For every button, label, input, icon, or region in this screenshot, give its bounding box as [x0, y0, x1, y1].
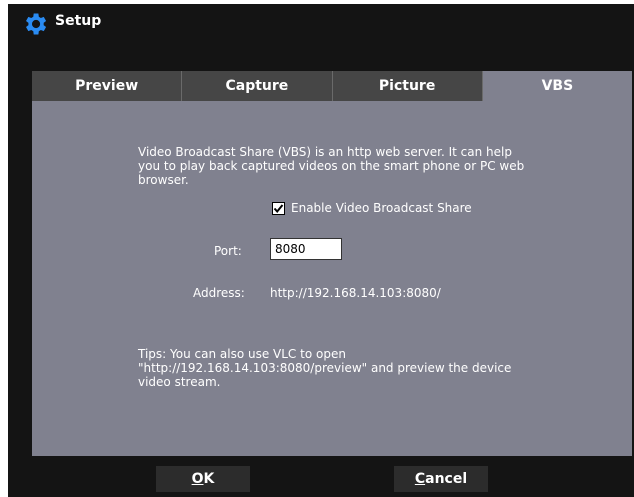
- gear-icon: [26, 13, 47, 35]
- address-value: http://192.168.14.103:8080/: [270, 286, 441, 300]
- ok-mnemonic: O: [191, 471, 204, 487]
- tips-line: video stream.: [138, 375, 221, 389]
- checkmark-icon: [273, 203, 284, 213]
- tab-preview[interactable]: Preview: [32, 71, 183, 101]
- description-line: you to play back captured videos on the …: [138, 159, 525, 173]
- cancel-label-rest: ancel: [425, 471, 468, 487]
- tips-line: "http://192.168.14.103:8080/preview" and…: [138, 361, 512, 375]
- cancel-button[interactable]: Cancel: [394, 466, 488, 492]
- enable-vbs-checkbox[interactable]: [272, 201, 285, 215]
- cancel-mnemonic: C: [414, 471, 426, 487]
- setup-window: Setup Preview Capture Picture VBS Video …: [8, 4, 634, 497]
- address-label: Address:: [193, 286, 245, 300]
- port-input[interactable]: [270, 238, 342, 260]
- description-line: browser.: [138, 173, 189, 187]
- title-bar: Setup: [8, 4, 634, 40]
- tab-capture[interactable]: Capture: [182, 71, 333, 101]
- tips-text: Tips: You can also use VLC to open "http…: [138, 347, 558, 389]
- tab-picture[interactable]: Picture: [332, 71, 483, 101]
- description-line: Video Broadcast Share (VBS) is an http w…: [138, 145, 512, 159]
- port-label: Port:: [214, 244, 242, 258]
- enable-vbs-row: Enable Video Broadcast Share: [272, 201, 472, 215]
- tab-bar: Preview Capture Picture VBS: [32, 71, 632, 101]
- vbs-panel: Video Broadcast Share (VBS) is an http w…: [32, 101, 632, 456]
- tab-vbs[interactable]: VBS: [482, 71, 632, 101]
- vbs-description: Video Broadcast Share (VBS) is an http w…: [138, 145, 538, 187]
- tips-line: Tips: You can also use VLC to open: [138, 347, 346, 361]
- window-title: Setup: [55, 13, 102, 29]
- ok-button[interactable]: OK: [156, 466, 250, 492]
- enable-vbs-label[interactable]: Enable Video Broadcast Share: [291, 201, 472, 215]
- ok-label-rest: K: [203, 471, 215, 487]
